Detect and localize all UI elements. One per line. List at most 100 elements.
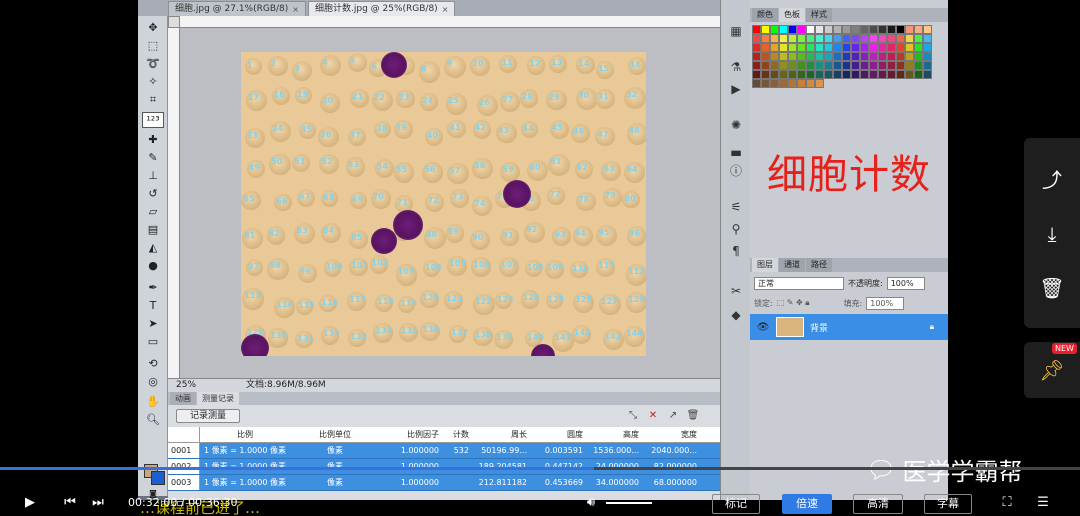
- tab-color[interactable]: 颜色: [752, 8, 778, 22]
- tab-layers[interactable]: 图层: [752, 258, 778, 272]
- color-swatch[interactable]: [914, 79, 923, 88]
- path-select-icon[interactable]: ➤: [142, 316, 164, 332]
- color-swatch[interactable]: [797, 79, 806, 88]
- tool-presets-icon[interactable]: ✂: [726, 282, 746, 300]
- color-swatch[interactable]: [923, 52, 932, 61]
- color-swatch[interactable]: [878, 43, 887, 52]
- color-swatch[interactable]: [833, 61, 842, 70]
- color-swatch[interactable]: [905, 70, 914, 79]
- color-swatch[interactable]: [779, 34, 788, 43]
- tab-measurement-log[interactable]: 测量记录: [197, 392, 239, 405]
- blood-smear-image[interactable]: 1234567891011121314151617181920212223242…: [241, 52, 646, 356]
- color-swatch[interactable]: [761, 52, 770, 61]
- color-swatch[interactable]: [851, 79, 860, 88]
- color-swatch[interactable]: [896, 70, 905, 79]
- color-swatch[interactable]: [851, 25, 860, 34]
- layer-row-background[interactable]: 👁︎ 背景 🔒︎: [750, 314, 948, 340]
- eye-icon[interactable]: 👁︎: [756, 322, 770, 333]
- color-swatch[interactable]: [815, 79, 824, 88]
- color-swatch[interactable]: [860, 25, 869, 34]
- color-swatch[interactable]: [824, 34, 833, 43]
- color-swatch[interactable]: [905, 61, 914, 70]
- color-swatch[interactable]: [788, 43, 797, 52]
- color-swatch[interactable]: [869, 70, 878, 79]
- color-swatch[interactable]: [842, 25, 851, 34]
- color-swatch[interactable]: [824, 61, 833, 70]
- color-swatch[interactable]: [797, 61, 806, 70]
- tab-cell-jpg[interactable]: 细胞.jpg @ 27.1%(RGB/8) ×: [168, 1, 306, 16]
- play-icon[interactable]: ▶: [20, 492, 40, 514]
- marquee-tool-icon[interactable]: ⬚: [142, 38, 164, 54]
- color-swatch[interactable]: [896, 61, 905, 70]
- color-swatch[interactable]: [752, 61, 761, 70]
- color-swatch[interactable]: [923, 70, 932, 79]
- color-swatch[interactable]: [752, 43, 761, 52]
- color-swatch[interactable]: [788, 61, 797, 70]
- deselect-icon[interactable]: ✕: [646, 409, 660, 423]
- color-swatch[interactable]: [824, 43, 833, 52]
- color-swatch[interactable]: [851, 70, 860, 79]
- paragraph-panel-icon[interactable]: ¶: [726, 242, 746, 260]
- color-swatch[interactable]: [761, 34, 770, 43]
- background-color-swatch[interactable]: [151, 471, 165, 485]
- color-swatch[interactable]: [770, 79, 779, 88]
- count-tool-icon[interactable]: ¹²³: [142, 112, 164, 128]
- info-panel-icon[interactable]: ⓘ: [726, 162, 746, 180]
- color-swatch[interactable]: [878, 70, 887, 79]
- trash-icon[interactable]: 🗑︎: [686, 409, 700, 423]
- color-swatch[interactable]: [914, 25, 923, 34]
- close-icon[interactable]: ×: [292, 2, 299, 16]
- previous-icon[interactable]: ⏮: [60, 492, 80, 514]
- color-swatch[interactable]: [860, 52, 869, 61]
- color-swatch[interactable]: [887, 43, 896, 52]
- tab-cell-count-jpg[interactable]: 细胞计数.jpg @ 25%(RGB/8) ×: [308, 1, 456, 16]
- color-swatch[interactable]: [851, 43, 860, 52]
- speed-button[interactable]: 倍速: [782, 494, 832, 514]
- color-swatch[interactable]: [887, 25, 896, 34]
- navigator-panel-icon[interactable]: ✺: [726, 116, 746, 134]
- color-swatch[interactable]: [779, 79, 788, 88]
- download-icon[interactable]: ⤓: [1038, 220, 1066, 248]
- play-panel-icon[interactable]: ▶: [726, 80, 746, 98]
- gradient-tool-icon[interactable]: ▤: [142, 222, 164, 238]
- actions-panel-icon[interactable]: ⚗: [726, 58, 746, 76]
- color-swatch[interactable]: [923, 61, 932, 70]
- color-swatch[interactable]: [806, 70, 815, 79]
- color-swatch[interactable]: [860, 43, 869, 52]
- histogram-panel-icon[interactable]: ▃: [726, 140, 746, 158]
- color-swatch[interactable]: [833, 70, 842, 79]
- playlist-icon[interactable]: ☰: [1032, 492, 1054, 514]
- 3d-orbit-icon[interactable]: ◎: [142, 374, 164, 390]
- color-swatch[interactable]: [887, 70, 896, 79]
- color-swatch[interactable]: [824, 25, 833, 34]
- ruler-origin[interactable]: [168, 16, 180, 28]
- color-swatch[interactable]: [869, 43, 878, 52]
- tab-styles[interactable]: 样式: [806, 8, 832, 22]
- color-swatch[interactable]: [770, 52, 779, 61]
- color-swatch[interactable]: [770, 25, 779, 34]
- volume-slider[interactable]: [606, 502, 652, 504]
- table-row[interactable]: 0001 1 像素 = 1.0000 像素 像素 1.000000 532 50196.9…: [168, 443, 720, 459]
- brush-tool-icon[interactable]: ✎: [142, 150, 164, 166]
- eraser-tool-icon[interactable]: ▱: [142, 204, 164, 220]
- brushes-panel-icon[interactable]: ⚟: [726, 198, 746, 216]
- color-swatch[interactable]: [806, 43, 815, 52]
- color-swatch[interactable]: [806, 52, 815, 61]
- color-swatch[interactable]: [842, 70, 851, 79]
- move-tool-icon[interactable]: ✥: [142, 20, 164, 36]
- color-swatch[interactable]: [779, 70, 788, 79]
- color-swatch[interactable]: [860, 70, 869, 79]
- delete-icon[interactable]: 🗑︎: [1038, 274, 1066, 302]
- zoom-level[interactable]: 25%: [176, 379, 196, 392]
- fullscreen-icon[interactable]: ⛶: [996, 492, 1018, 514]
- tab-swatches[interactable]: 色板: [779, 8, 805, 22]
- dodge-tool-icon[interactable]: ●: [142, 258, 164, 274]
- magic-wand-icon[interactable]: ✧: [142, 74, 164, 90]
- color-swatch[interactable]: [797, 70, 806, 79]
- select-all-icon[interactable]: ⤡: [626, 409, 640, 423]
- color-swatch[interactable]: [851, 34, 860, 43]
- fill-input[interactable]: 100%: [866, 296, 905, 310]
- color-swatch[interactable]: [797, 52, 806, 61]
- color-swatch[interactable]: [896, 43, 905, 52]
- tab-animation[interactable]: 动画: [170, 392, 196, 405]
